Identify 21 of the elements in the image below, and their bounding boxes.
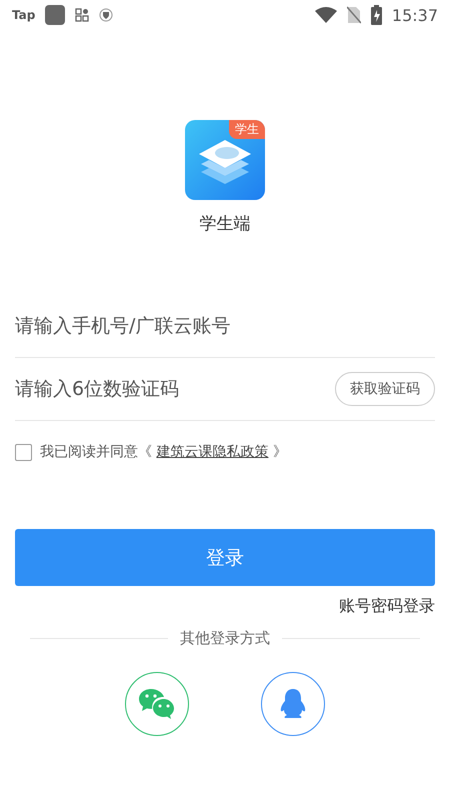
get-code-button[interactable]: 获取验证码 [335, 372, 435, 406]
no-sim-icon [346, 6, 361, 24]
wifi-icon [314, 7, 337, 23]
logo-badge: 学生 [229, 120, 265, 139]
agreement-checkbox[interactable] [15, 444, 32, 460]
chat-bubbles-icon [138, 688, 176, 720]
grid-icon [75, 8, 90, 22]
password-login-link[interactable]: 账号密码登录 [339, 596, 435, 617]
battery-charging-icon [370, 5, 382, 25]
status-text: Tap [12, 8, 36, 22]
code-input-field[interactable]: 请输入6位数验证码 [15, 378, 335, 400]
shield-icon [99, 8, 114, 22]
penguin-icon [279, 688, 307, 720]
phone-input-field[interactable]: 请输入手机号/广联云账号 [15, 315, 435, 337]
other-login-label: 其他登录方式 [180, 629, 270, 648]
app-name: 学生端 [200, 213, 250, 235]
agreement-text: 我已阅读并同意《 建筑云课隐私政策 》 [40, 443, 287, 461]
clock-time: 15:37 [392, 6, 438, 24]
app-logo-icon [185, 120, 265, 200]
privacy-policy-link[interactable]: 建筑云课隐私政策 [156, 444, 268, 460]
app-notification-icon [45, 5, 66, 25]
